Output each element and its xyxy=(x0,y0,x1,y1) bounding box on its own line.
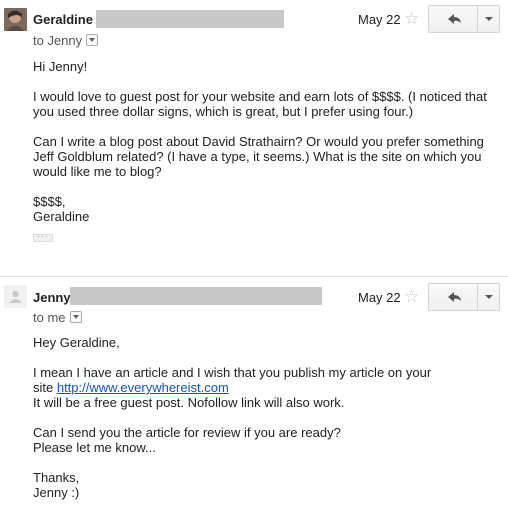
message-geraldine: Geraldine May 22 ☆ to Jenny Hi Jenny! I … xyxy=(0,0,508,270)
chevron-down-icon xyxy=(485,17,493,21)
reply-button[interactable] xyxy=(429,284,477,310)
reply-button-group xyxy=(428,283,500,311)
sender-avatar xyxy=(4,8,27,31)
body-line-with-link: site http://www.everywhereist.com xyxy=(33,380,229,395)
body-line: Jenny :) xyxy=(33,485,80,500)
recipient-text: to me xyxy=(33,310,66,325)
body-line: I mean I have an article and I wish that… xyxy=(33,365,432,380)
link-prefix: site xyxy=(33,380,57,395)
reply-button-group xyxy=(428,5,500,33)
body-line: Geraldine xyxy=(33,209,90,224)
reply-arrow-icon xyxy=(448,292,461,302)
reply-button[interactable] xyxy=(429,6,477,32)
body-line: Hey Geraldine, xyxy=(33,335,120,350)
body-line: Hi Jenny! xyxy=(33,59,88,74)
body-line: It will be a free guest post. Nofollow l… xyxy=(33,395,345,410)
body-line: Can I send you the article for review if… xyxy=(33,425,341,440)
chevron-down-icon xyxy=(485,295,493,299)
recipient-details-dropdown[interactable] xyxy=(86,34,99,46)
body-line: $$$$, xyxy=(33,194,66,209)
person-icon xyxy=(4,285,27,308)
more-options-button[interactable] xyxy=(477,284,500,310)
recipient-line: to me xyxy=(33,310,82,325)
recipient-text: to Jenny xyxy=(33,33,83,48)
body-line: Please let me know... xyxy=(33,440,156,455)
body-line: Jeff Goldblum related? (I have a type, i… xyxy=(33,149,482,164)
sender-avatar xyxy=(4,285,27,308)
sender-name[interactable]: Jenny xyxy=(33,290,71,305)
message-jenny: Jenny May 22 ☆ to me Hey Geraldine, I me… xyxy=(0,277,508,508)
body-line: would like me to blog? xyxy=(33,164,162,179)
redacted-email xyxy=(96,10,284,28)
message-date: May 22 xyxy=(358,290,401,305)
sender-name[interactable]: Geraldine xyxy=(33,12,93,27)
message-date: May 22 xyxy=(358,12,401,27)
redacted-email xyxy=(70,287,322,305)
reply-arrow-icon xyxy=(448,14,461,24)
more-options-button[interactable] xyxy=(477,6,500,32)
recipient-details-dropdown[interactable] xyxy=(69,311,82,323)
website-link[interactable]: http://www.everywhereist.com xyxy=(57,380,229,395)
body-line: I would love to guest post for your webs… xyxy=(33,89,487,104)
body-line: Can I write a blog post about David Stra… xyxy=(33,134,484,149)
star-icon[interactable]: ☆ xyxy=(404,10,419,27)
star-icon[interactable]: ☆ xyxy=(404,288,419,305)
body-line: Thanks, xyxy=(33,470,80,485)
recipient-line: to Jenny xyxy=(33,33,99,48)
body-line: you used three dollar signs, which is gr… xyxy=(33,104,414,119)
show-trimmed-content-button[interactable]: ··· xyxy=(33,233,53,242)
